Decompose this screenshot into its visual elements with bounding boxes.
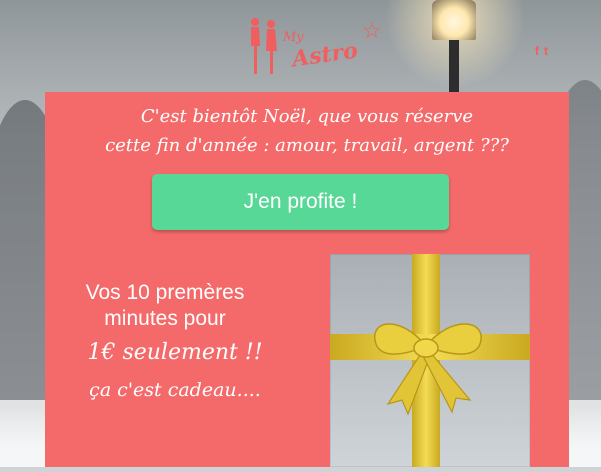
- headline-line-2: cette fin d'année : amour, travail, arge…: [105, 135, 509, 156]
- jen-profite-button[interactable]: J'en profite !: [152, 174, 449, 230]
- myastro-logo[interactable]: My Astro ☆: [244, 16, 384, 78]
- star-icon: ☆: [362, 18, 382, 43]
- social-links: f t: [535, 44, 548, 58]
- promo-line-1: Vos 10 premères: [85, 281, 245, 304]
- headline: C'est bientôt Noël, que vous réserve cet…: [45, 102, 569, 160]
- lamp-icon: [432, 0, 476, 40]
- headline-line-1: C'est bientôt Noël, que vous réserve: [140, 106, 474, 127]
- promo-line-2: minutes pour: [104, 307, 226, 330]
- promo-card: C'est bientôt Noël, que vous réserve cet…: [45, 92, 569, 467]
- promo-price: 1€ seulement !!: [87, 340, 263, 365]
- facebook-icon[interactable]: f: [535, 44, 539, 58]
- promo-tagline: ça c'est cadeau....: [89, 379, 261, 401]
- logo-my-text: My: [283, 30, 304, 45]
- lamp-post: [449, 30, 459, 100]
- gift-box-icon: [330, 254, 530, 467]
- twitter-icon[interactable]: t: [544, 44, 548, 58]
- logo-couple-icon: [251, 18, 277, 74]
